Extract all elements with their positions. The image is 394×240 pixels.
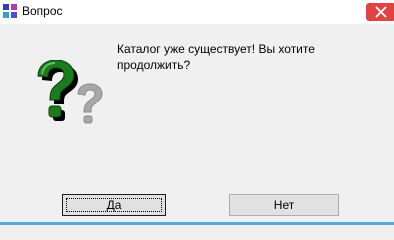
question-icon (34, 59, 106, 138)
focus-ring (66, 198, 162, 212)
close-icon (375, 6, 387, 18)
window-border (0, 222, 394, 225)
dialog-window: Вопрос Каталог уже существует! Вы хотите… (0, 0, 394, 225)
no-button-label: Нет (273, 198, 295, 212)
title-bar[interactable]: Вопрос (0, 0, 394, 24)
yes-button[interactable]: Да (62, 194, 166, 216)
app-icon (2, 3, 18, 19)
dialog-message: Каталог уже существует! Вы хотите продол… (117, 42, 315, 72)
window-title: Вопрос (22, 4, 63, 18)
close-button[interactable] (366, 3, 394, 21)
no-button[interactable]: Нет (229, 194, 339, 216)
